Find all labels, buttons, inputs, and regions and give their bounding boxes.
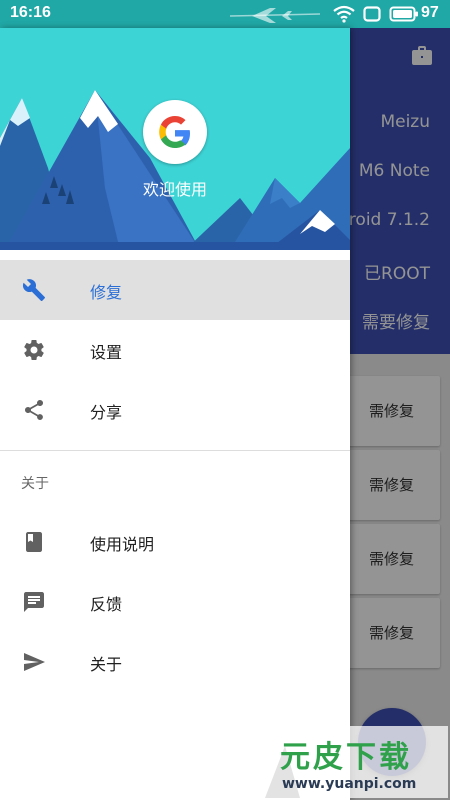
about-section-title: 关于 (21, 476, 49, 492)
drawer-item-share[interactable]: 分享 (0, 380, 350, 440)
wifi-icon (333, 5, 355, 23)
google-logo (143, 100, 207, 164)
book-icon (26, 532, 42, 552)
drawer-item-label: 修复 (90, 283, 123, 302)
watermark-title: 元皮下载 (280, 740, 412, 775)
drawer-item-repair[interactable]: 修复 (0, 260, 350, 320)
drawer-item-about[interactable]: 关于 (0, 632, 350, 692)
welcome-text: 欢迎使用 (142, 180, 207, 199)
notification-square-icon (363, 6, 381, 22)
drawer-item-label: 关于 (90, 655, 123, 674)
gear-icon (24, 340, 44, 361)
google-g-icon (159, 116, 190, 148)
navigation-drawer: 欢迎使用 修复 设置 分享 关于 使用说明 反馈 关于 (0, 28, 350, 800)
feedback-icon (24, 592, 44, 612)
status-bar: 16:16 97 (0, 0, 450, 28)
airplane-watermark-icon (230, 8, 320, 23)
send-icon (24, 653, 45, 671)
battery-icon (389, 6, 418, 22)
drawer-item-instructions[interactable]: 使用说明 (0, 512, 350, 572)
drawer-item-label: 使用说明 (90, 535, 155, 554)
status-time: 16:16 (10, 4, 51, 21)
drawer-item-feedback[interactable]: 反馈 (0, 572, 350, 632)
watermark-url: www.yuanpi.com (282, 776, 417, 792)
drawer-item-settings[interactable]: 设置 (0, 320, 350, 380)
share-icon (24, 399, 44, 420)
wrench-icon (22, 279, 45, 301)
drawer-item-label: 设置 (90, 343, 123, 362)
battery-percent: 97 (421, 4, 439, 21)
drawer-item-label: 分享 (90, 403, 123, 422)
drawer-header: 欢迎使用 (0, 28, 350, 250)
drawer-item-label: 反馈 (90, 595, 123, 614)
drawer-divider (0, 450, 350, 451)
